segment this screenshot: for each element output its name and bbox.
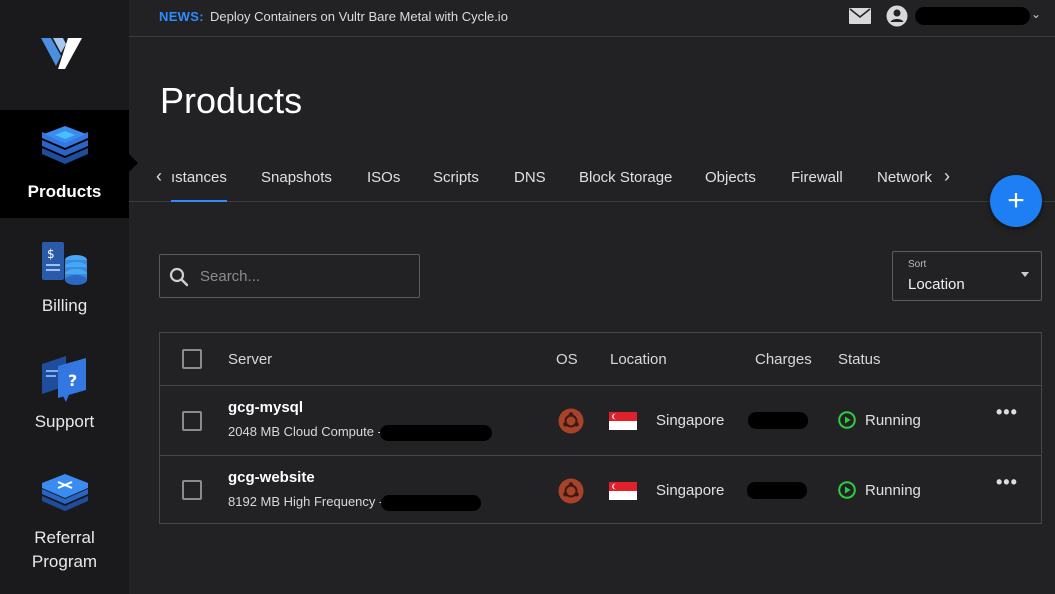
singapore-flag-icon bbox=[609, 412, 637, 430]
server-location: Singapore bbox=[656, 482, 725, 499]
select-all-checkbox[interactable] bbox=[182, 349, 202, 369]
tab-snapshots[interactable]: Snapshots bbox=[261, 169, 332, 186]
singapore-flag-icon bbox=[609, 482, 637, 500]
billing-icon: $ bbox=[41, 242, 87, 285]
tabs-next-icon[interactable]: › bbox=[944, 166, 950, 187]
svg-text:$: $ bbox=[47, 247, 55, 261]
account-name-redacted[interactable] bbox=[915, 7, 1030, 25]
tab-scripts[interactable]: Scripts bbox=[433, 169, 479, 186]
account-icon[interactable] bbox=[886, 5, 908, 27]
search-box bbox=[159, 254, 420, 298]
header-server: Server bbox=[228, 351, 273, 368]
news-link[interactable]: Deploy Containers on Vultr Bare Metal wi… bbox=[210, 9, 508, 24]
more-options-icon[interactable]: ••• bbox=[996, 402, 1018, 423]
row-checkbox[interactable] bbox=[182, 480, 202, 500]
sidebar-item-label: Referral Program bbox=[31, 528, 98, 571]
server-name[interactable]: gcg-website bbox=[228, 469, 315, 486]
tab-isos[interactable]: ISOs bbox=[367, 169, 400, 186]
news-tag: NEWS: bbox=[159, 9, 204, 24]
tab-dns[interactable]: DNS bbox=[514, 169, 546, 186]
running-status-icon bbox=[838, 411, 856, 429]
sidebar-item-label: Billing bbox=[41, 296, 88, 315]
server-ip-redacted bbox=[380, 425, 492, 441]
products-icon bbox=[41, 126, 88, 164]
vultr-logo[interactable] bbox=[38, 33, 84, 73]
instances-table: Server OS Location Charges Status gcg-my… bbox=[159, 332, 1042, 524]
support-icon: ? bbox=[41, 356, 86, 402]
header-status: Status bbox=[838, 351, 881, 368]
sort-value: Location bbox=[908, 276, 965, 293]
product-tabs: ‹ ıstances Snapshots ISOs Scripts DNS Bl… bbox=[129, 160, 1055, 202]
table-row[interactable]: gcg-website 8192 MB High Frequency - Sin… bbox=[160, 455, 1041, 524]
tabs-prev-icon[interactable]: ‹ bbox=[156, 166, 162, 187]
search-icon bbox=[169, 267, 189, 287]
table-row[interactable]: gcg-mysql 2048 MB Cloud Compute - Singap… bbox=[160, 386, 1041, 455]
tab-block-storage[interactable]: Block Storage bbox=[579, 169, 672, 186]
mail-icon[interactable] bbox=[849, 8, 871, 24]
sort-select[interactable]: Sort Location bbox=[892, 251, 1042, 301]
server-status: Running bbox=[865, 412, 921, 429]
chevron-down-icon[interactable]: ⌄ bbox=[1031, 7, 1041, 21]
caret-down-icon bbox=[1021, 272, 1029, 277]
tab-firewall[interactable]: Firewall bbox=[791, 169, 843, 186]
server-description: 8192 MB High Frequency - bbox=[228, 494, 384, 509]
top-bar: NEWS: Deploy Containers on Vultr Bare Me… bbox=[129, 0, 1055, 37]
sidebar-item-support[interactable]: ? Support bbox=[0, 352, 129, 442]
sidebar: Products $ Billing ? Support Referral Pr… bbox=[0, 0, 138, 594]
sidebar-item-label: Products bbox=[27, 182, 102, 201]
tab-network[interactable]: Network bbox=[877, 169, 932, 186]
row-checkbox[interactable] bbox=[182, 411, 202, 431]
header-os: OS bbox=[556, 351, 578, 368]
charges-redacted bbox=[747, 482, 807, 499]
server-location: Singapore bbox=[656, 412, 725, 429]
header-location: Location bbox=[610, 351, 667, 368]
sidebar-item-billing[interactable]: $ Billing bbox=[0, 236, 129, 326]
referral-icon bbox=[41, 474, 88, 511]
more-options-icon[interactable]: ••• bbox=[996, 472, 1018, 493]
table-header: Server OS Location Charges Status bbox=[160, 333, 1041, 386]
server-ip-redacted bbox=[381, 495, 481, 511]
server-description: 2048 MB Cloud Compute - bbox=[228, 424, 382, 439]
page-title: Products bbox=[160, 80, 303, 121]
ubuntu-icon bbox=[558, 478, 584, 504]
sort-label: Sort bbox=[908, 259, 927, 270]
sidebar-item-label: Support bbox=[34, 412, 95, 431]
server-name[interactable]: gcg-mysql bbox=[228, 399, 303, 416]
server-status: Running bbox=[865, 482, 921, 499]
header-charges: Charges bbox=[755, 351, 812, 368]
ubuntu-icon bbox=[558, 408, 584, 434]
sidebar-item-referral-program[interactable]: Referral Program bbox=[0, 468, 129, 588]
running-status-icon bbox=[838, 481, 856, 499]
sidebar-item-products[interactable]: Products bbox=[0, 110, 138, 218]
tab-objects[interactable]: Objects bbox=[705, 169, 756, 186]
tab-instances[interactable]: ıstances bbox=[171, 169, 227, 186]
svg-text:?: ? bbox=[68, 371, 77, 390]
active-tab-indicator bbox=[171, 200, 227, 202]
charges-redacted bbox=[748, 412, 808, 429]
search-input[interactable] bbox=[200, 255, 415, 297]
add-product-button[interactable]: + bbox=[990, 175, 1042, 227]
